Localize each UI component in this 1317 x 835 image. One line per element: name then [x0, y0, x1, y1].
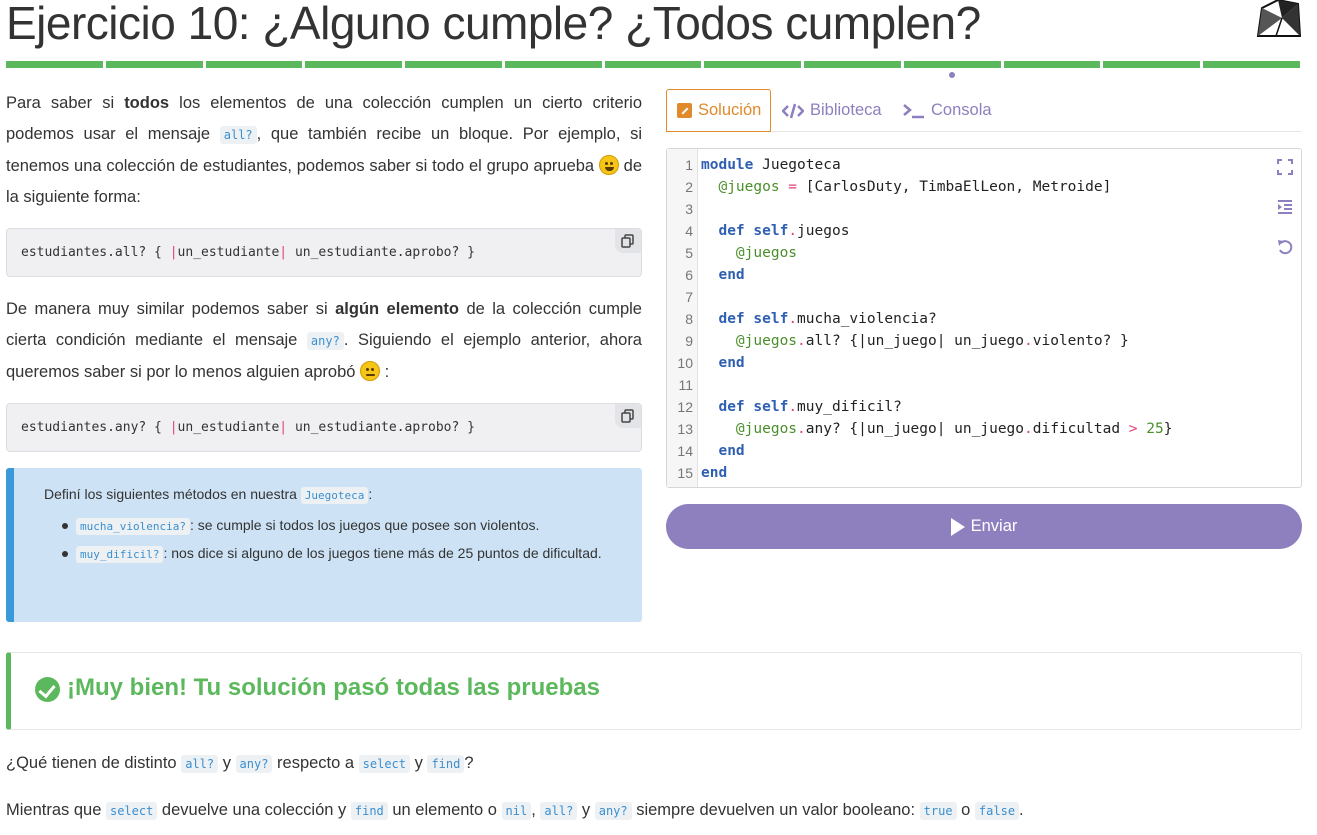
expand-icon — [1277, 159, 1293, 175]
progress-segment[interactable] — [1203, 61, 1300, 68]
line-number: 15 — [677, 465, 693, 481]
code-example-all: estudiantes.all? { |un_estudiante| un_es… — [6, 228, 642, 277]
line-number: 1 — [685, 157, 693, 173]
unamused-face-icon — [360, 361, 381, 381]
progress-segment[interactable] — [105, 61, 203, 68]
edit-icon — [677, 103, 692, 118]
line-number: 8 — [685, 311, 693, 327]
code-line: def self.muy_dificil? — [701, 399, 902, 415]
grinning-face-icon — [598, 155, 619, 175]
reset-button[interactable] — [1277, 239, 1295, 257]
task-intro: Definí los siguientes métodos en nuestra… — [44, 486, 373, 504]
copy-icon — [621, 409, 634, 423]
line-number: 14 — [677, 443, 693, 459]
copy-button[interactable] — [615, 404, 641, 428]
line-number: 9 — [685, 333, 693, 349]
progress-segment[interactable] — [604, 61, 702, 68]
line-number: 2 — [685, 179, 693, 195]
fullscreen-button[interactable] — [1277, 159, 1295, 177]
followup-question: ¿Qué tienen de distinto all? y any? resp… — [6, 754, 474, 773]
progress-segment[interactable] — [1103, 61, 1201, 68]
line-number: 6 — [685, 267, 693, 283]
explanation-paragraph: De manera muy similar podemos saber si a… — [6, 300, 642, 381]
progress-segment[interactable] — [405, 61, 502, 68]
code-line: module Juegoteca — [701, 157, 841, 173]
line-number: 11 — [678, 377, 693, 393]
progress-segment[interactable] — [205, 61, 303, 68]
line-number: 7 — [685, 289, 693, 305]
line-number: 3 — [685, 201, 693, 217]
result-message: ¡Muy bien! Tu solución pasó todas las pr… — [67, 674, 600, 701]
progress-segment[interactable] — [903, 61, 1001, 68]
progress-segment[interactable] — [305, 61, 403, 68]
indent-button[interactable] — [1277, 199, 1295, 217]
tab-solution[interactable]: Solución — [666, 89, 771, 132]
tab-console[interactable]: Consola — [903, 89, 992, 132]
explanation: Para saber si todos los elementos de una… — [6, 88, 642, 213]
line-number: 12 — [677, 399, 693, 415]
copy-button[interactable] — [615, 229, 641, 253]
copy-icon — [621, 234, 634, 248]
code-line: end — [701, 355, 745, 371]
check-circle-icon — [35, 677, 60, 702]
undo-icon — [1278, 240, 1293, 255]
line-number: 5 — [685, 245, 693, 261]
play-icon — [950, 517, 965, 536]
current-exercise-marker — [949, 72, 955, 78]
exercise-progress-bar — [6, 61, 1300, 68]
page-title: Ejercicio 10: ¿Alguno cumple? ¿Todos cum… — [6, 0, 981, 49]
terminal-icon — [903, 103, 924, 118]
line-number: 10 — [677, 355, 693, 371]
code-line: @juegos — [701, 245, 798, 261]
progress-segment[interactable] — [804, 61, 901, 68]
code-line: end — [701, 465, 728, 481]
code-line: end — [701, 267, 745, 283]
code-line: @juegos.all? {|un_juego| un_juego.violen… — [701, 333, 1129, 349]
line-number: 4 — [685, 223, 693, 239]
result-banner: ¡Muy bien! Tu solución pasó todas las pr… — [6, 652, 1302, 730]
code-example-any: estudiantes.any? { |un_estudiante| un_es… — [6, 403, 642, 452]
progress-segment[interactable] — [6, 61, 103, 68]
followup-answer: Mientras que select devuelve una colecci… — [6, 801, 1024, 820]
explanation-2: De manera muy similar podemos saber si a… — [6, 294, 642, 388]
explanation-paragraph: Para saber si todos los elementos de una… — [6, 94, 642, 206]
code-line: end — [701, 443, 745, 459]
indent-icon — [1278, 200, 1292, 214]
code-line: def self.juegos — [701, 223, 850, 239]
progress-segment[interactable] — [1003, 61, 1101, 68]
progress-segment[interactable] — [704, 61, 802, 68]
editor-tabs: Solución Biblioteca Consola — [666, 89, 1302, 132]
task-description: Definí los siguientes métodos en nuestra… — [6, 468, 642, 622]
progress-segment[interactable] — [504, 61, 602, 68]
editor-toolbar — [1277, 159, 1297, 279]
line-number-gutter: 1 2 3 4 5 6 7 8 9 10 11 12 13 14 15 — [667, 149, 698, 487]
code-line: @juegos.any? {|un_juego| un_juego.dificu… — [701, 421, 1173, 437]
code-line: @juegos = [CarlosDuty, TimbaElLeon, Metr… — [701, 179, 1112, 195]
list-item: mucha_violencia?: se cumple si todos los… — [62, 512, 622, 540]
task-list: mucha_violencia?: se cumple si todos los… — [62, 512, 622, 568]
ruby-gem-icon — [1256, 0, 1302, 37]
submit-button[interactable]: Enviar — [666, 504, 1302, 549]
tab-library[interactable]: Biblioteca — [782, 89, 882, 132]
list-item: muy_dificil?: nos dice si alguno de los … — [62, 540, 622, 568]
line-number: 13 — [677, 421, 693, 437]
code-line: def self.mucha_violencia? — [701, 311, 937, 327]
code-editor[interactable]: 1 2 3 4 5 6 7 8 9 10 11 12 13 14 15 modu… — [666, 148, 1302, 488]
code-icon — [782, 103, 804, 118]
